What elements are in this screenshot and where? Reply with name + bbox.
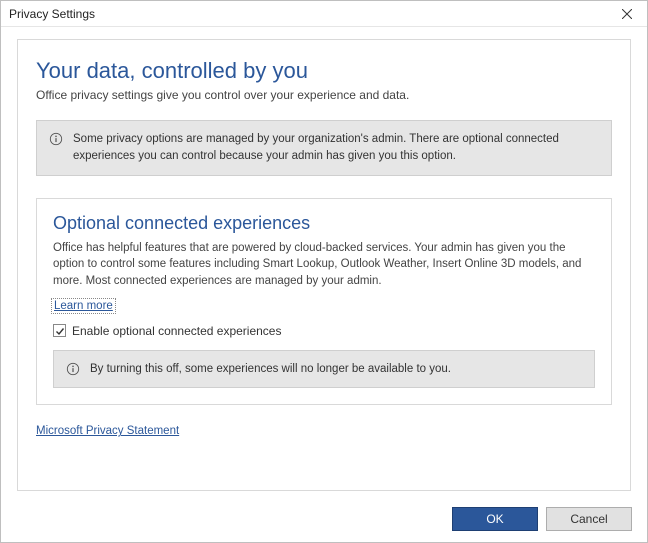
section-body: Office has helpful features that are pow…: [53, 240, 595, 290]
optional-experiences-section: Optional connected experiences Office ha…: [36, 198, 612, 406]
cancel-button[interactable]: Cancel: [546, 507, 632, 531]
off-warning-text: By turning this off, some experiences wi…: [90, 361, 451, 378]
enable-optional-checkbox[interactable]: [53, 324, 66, 337]
enable-optional-label: Enable optional connected experiences: [72, 324, 281, 338]
off-warning-banner: By turning this off, some experiences wi…: [53, 350, 595, 389]
content-wrap: Your data, controlled by you Office priv…: [1, 27, 647, 491]
page-subhead: Office privacy settings give you control…: [36, 88, 612, 102]
window-title: Privacy Settings: [9, 7, 95, 21]
ok-button[interactable]: OK: [452, 507, 538, 531]
privacy-statement-link[interactable]: Microsoft Privacy Statement: [36, 425, 179, 437]
titlebar: Privacy Settings: [1, 1, 647, 27]
section-title: Optional connected experiences: [53, 213, 595, 234]
enable-optional-checkbox-row[interactable]: Enable optional connected experiences: [53, 324, 595, 338]
info-icon: [66, 361, 80, 376]
admin-notice-text: Some privacy options are managed by your…: [73, 131, 599, 164]
checkmark-icon: [55, 326, 65, 336]
main-panel: Your data, controlled by you Office priv…: [17, 39, 631, 491]
close-icon: [622, 9, 632, 19]
admin-notice-banner: Some privacy options are managed by your…: [36, 120, 612, 175]
footer-link-wrap: Microsoft Privacy Statement: [36, 423, 612, 437]
page-heading: Your data, controlled by you: [36, 58, 612, 84]
dialog-button-row: OK Cancel: [452, 507, 632, 531]
close-button[interactable]: [613, 3, 641, 25]
info-icon: [49, 131, 63, 146]
learn-more-link[interactable]: Learn more: [53, 300, 114, 312]
